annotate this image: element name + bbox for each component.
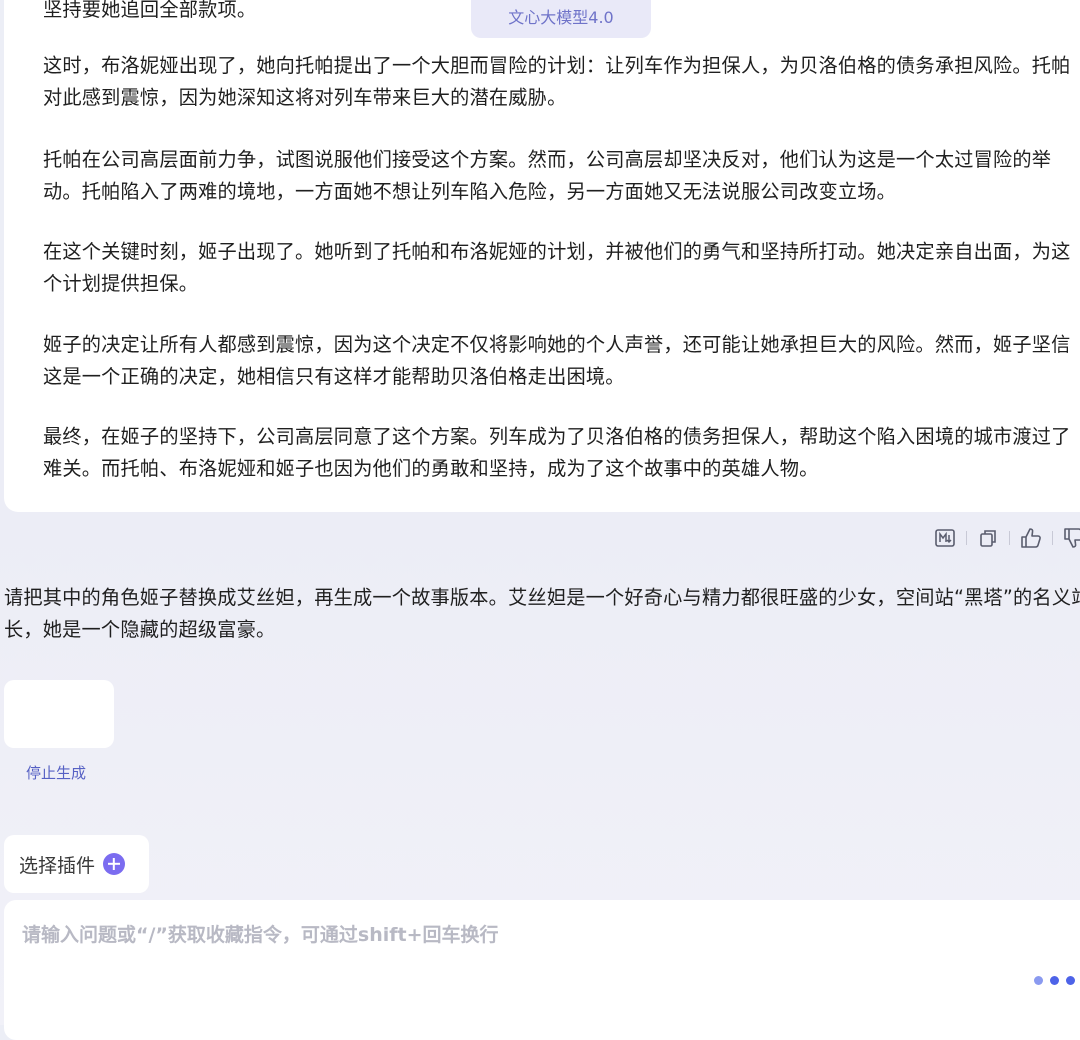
user-message: 请把其中的角色姬子替换成艾丝妲，再生成一个故事版本。艾丝妲是一个好奇心与精力都很… <box>4 586 1080 641</box>
select-plugin-label: 选择插件 <box>19 854 96 877</box>
answer-paragraph: 托帕在公司高层面前力争，试图说服他们接受这个方案。然而，公司高层却坚决反对，他们… <box>43 148 1052 203</box>
plus-circle-icon <box>103 853 126 875</box>
markdown-icon[interactable] <box>930 524 960 552</box>
loading-response-card <box>4 680 114 748</box>
loading-dot <box>1034 976 1043 985</box>
chat-input[interactable] <box>20 918 1024 962</box>
loading-dot <box>1066 976 1075 985</box>
model-badge[interactable]: 文心大模型4.0 <box>471 0 651 38</box>
action-divider <box>966 531 967 545</box>
loading-dot <box>1050 976 1059 985</box>
chat-input-box <box>4 900 1080 1040</box>
send-loading-icon[interactable] <box>1034 976 1075 985</box>
answer-paragraph: 最终，在姬子的坚持下，公司高层同意了这个方案。列车成为了贝洛伯格的债务担保人，帮… <box>43 425 1071 480</box>
stop-generating-button[interactable]: 停止生成 <box>26 762 86 783</box>
thumbs-down-icon[interactable] <box>1059 524 1080 552</box>
answer-paragraph: 在这个关键时刻，姬子出现了。她听到了托帕和布洛妮娅的计划，并被他们的勇气和坚持所… <box>43 240 1071 295</box>
copy-icon[interactable] <box>973 524 1003 552</box>
answer-action-bar <box>930 524 1080 552</box>
answer-paragraph: 这时，布洛妮娅出现了，她向托帕提出了一个大胆而冒险的计划：让列车作为担保人，为贝… <box>43 54 1071 109</box>
action-divider <box>1009 531 1010 545</box>
select-plugin-button[interactable]: 选择插件 <box>4 835 149 893</box>
thumbs-up-icon[interactable] <box>1016 524 1046 552</box>
action-divider <box>1052 531 1053 545</box>
answer-paragraph: 姬子的决定让所有人都感到震惊，因为这个决定不仅将影响她的个人声誉，还可能让她承担… <box>43 333 1071 388</box>
